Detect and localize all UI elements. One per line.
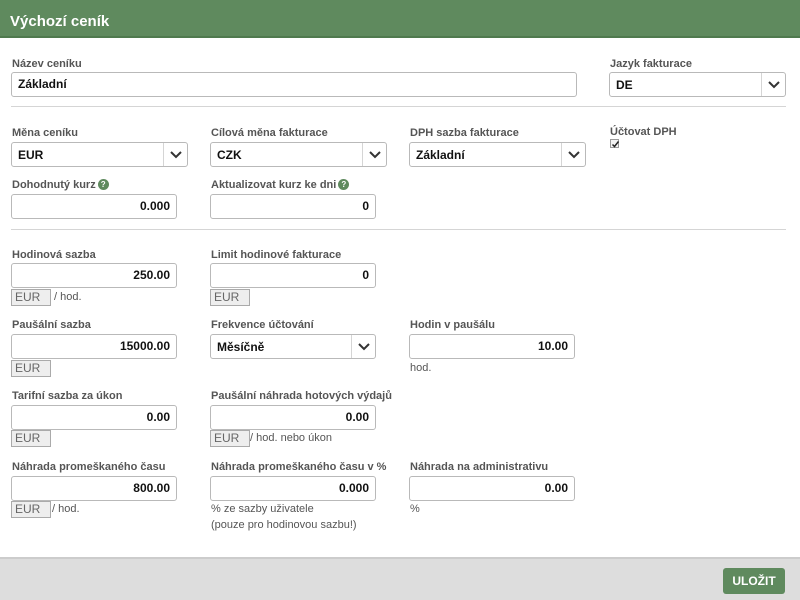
admin-fee-input[interactable]: 0.00 — [409, 476, 575, 501]
hours-in-flat-input[interactable]: 10.00 — [409, 334, 575, 359]
divider — [11, 229, 786, 230]
checkmark-icon — [611, 141, 620, 148]
invoice-language-select[interactable]: DE — [609, 72, 786, 97]
agreed-rate-label-text: Dohodnutý kurz — [12, 179, 96, 191]
lost-time-pct-note-2: (pouze pro hodinovou sazbu!) — [211, 519, 357, 531]
charge-vat-checkbox[interactable] — [610, 139, 620, 148]
divider — [11, 106, 786, 107]
lost-time-label: Náhrada promeškaného času — [12, 461, 166, 473]
currency-label: Měna ceníku — [12, 127, 79, 139]
target-currency-value: CZK — [217, 148, 242, 162]
lost-time-pct-note: % ze sazby uživatele — [211, 503, 314, 515]
hourly-limit-currency: EUR — [210, 289, 250, 306]
lost-time-pct-input[interactable]: 0.000 — [210, 476, 376, 501]
billing-frequency-label: Frekvence účtování — [211, 319, 314, 331]
chevron-down-icon — [163, 143, 187, 166]
flat-expenses-input[interactable]: 0.00 — [210, 405, 376, 430]
hours-in-flat-unit: hod. — [410, 362, 432, 374]
chevron-down-icon — [362, 143, 386, 166]
help-circle-icon[interactable]: ? — [97, 179, 109, 190]
hourly-rate-input[interactable]: 250.00 — [11, 263, 177, 288]
currency-select[interactable]: EUR — [11, 142, 188, 167]
dialog-title: Výchozí ceník — [10, 13, 110, 30]
tariff-rate-currency: EUR — [11, 430, 51, 447]
target-currency-select[interactable]: CZK — [210, 142, 387, 167]
agreed-rate-input[interactable]: 0.000 — [11, 194, 177, 219]
tariff-rate-label: Tarifní sazba za úkon — [12, 390, 123, 402]
hourly-rate-currency: EUR — [11, 289, 51, 306]
tariff-rate-input[interactable]: 0.00 — [11, 405, 177, 430]
chevron-down-icon — [761, 73, 785, 96]
charge-vat-label: Účtovat DPH — [610, 126, 677, 138]
hourly-rate-unit: / hod. — [54, 291, 82, 303]
invoice-language-label: Jazyk fakturace — [610, 58, 692, 70]
pricelist-name-label: Název ceníku — [12, 58, 82, 70]
chevron-down-icon — [351, 335, 375, 358]
target-currency-label: Cílová měna fakturace — [211, 127, 328, 139]
help-circle-icon[interactable]: ? — [338, 179, 350, 190]
lost-time-currency: EUR — [11, 501, 51, 518]
hourly-limit-input[interactable]: 0 — [210, 263, 376, 288]
lost-time-pct-label: Náhrada promeškaného času v % — [211, 461, 387, 473]
flat-expenses-unit: / hod. nebo úkon — [250, 432, 332, 444]
hours-in-flat-label: Hodin v paušálu — [410, 319, 495, 331]
hourly-rate-label: Hodinová sazba — [12, 249, 96, 261]
dialog-footer: ULOŽIT — [0, 557, 800, 600]
update-rate-label-text: Aktualizovat kurz ke dni — [211, 179, 337, 191]
flat-expenses-label: Paušální náhrada hotových výdajů — [211, 390, 392, 402]
update-rate-input[interactable]: 0 — [210, 194, 376, 219]
invoice-language-value: DE — [616, 78, 633, 92]
billing-frequency-select[interactable]: Měsíčně — [210, 334, 376, 359]
admin-fee-unit: % — [410, 503, 420, 515]
flat-rate-input[interactable]: 15000.00 — [11, 334, 177, 359]
chevron-down-icon — [561, 143, 585, 166]
lost-time-unit: / hod. — [52, 503, 80, 515]
lost-time-input[interactable]: 800.00 — [11, 476, 177, 501]
update-rate-label: Aktualizovat kurz ke dni? — [211, 179, 350, 191]
save-button[interactable]: ULOŽIT — [723, 568, 785, 594]
vat-rate-label: DPH sazba fakturace — [410, 127, 519, 139]
agreed-rate-label: Dohodnutý kurz? — [12, 179, 109, 191]
flat-rate-currency: EUR — [11, 360, 51, 377]
vat-rate-value: Základní — [416, 148, 465, 162]
currency-value: EUR — [18, 148, 44, 162]
pricelist-name-input[interactable]: Základní — [11, 72, 577, 97]
flat-rate-label: Paušální sazba — [12, 319, 91, 331]
dialog-header: Výchozí ceník — [0, 0, 800, 38]
flat-expenses-currency: EUR — [210, 430, 250, 447]
admin-fee-label: Náhrada na administrativu — [410, 461, 549, 473]
billing-frequency-value: Měsíčně — [217, 340, 265, 354]
hourly-limit-label: Limit hodinové fakturace — [211, 249, 342, 261]
vat-rate-select[interactable]: Základní — [409, 142, 586, 167]
